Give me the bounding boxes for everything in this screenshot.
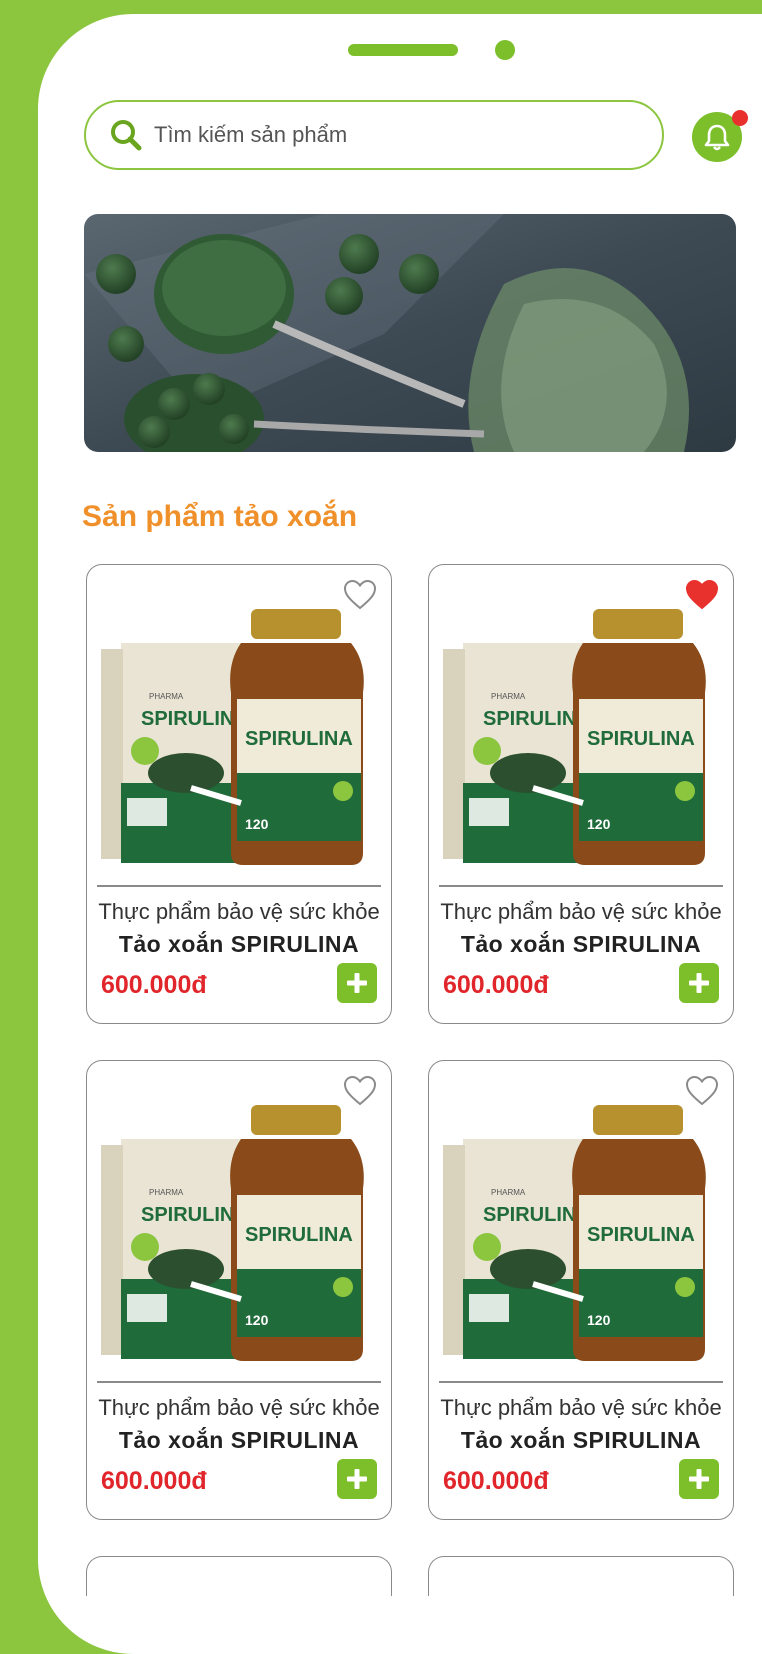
product-name: Tảo xoắn SPIRULINA [118, 1427, 360, 1453]
card-divider [97, 885, 381, 887]
product-name: Tảo xoắn SPIRULINA [460, 1427, 702, 1453]
product-card[interactable]: PHARMA SPIRULIN SPIRULINA 120 Thực phẩm … [86, 1060, 392, 1520]
product-subtitle: Thực phẩm bảo vệ sức khỏe [98, 1395, 380, 1420]
product-price: 600.000đ [443, 971, 549, 999]
product-card[interactable]: PHARMA SPIRULIN SPIRULINA 120 Thực phẩm … [428, 564, 734, 1024]
product-image: PHARMA SPIRULIN SPIRULINA 120 [443, 609, 706, 865]
svg-text:SPIRULINA: SPIRULINA [245, 728, 353, 750]
svg-text:120: 120 [587, 1312, 611, 1328]
card-divider [439, 1381, 723, 1383]
product-price: 600.000đ [101, 971, 207, 999]
svg-text:120: 120 [245, 816, 269, 832]
svg-text:PHARMA: PHARMA [491, 1188, 526, 1197]
notch-dot [495, 40, 515, 60]
svg-text:SPIRULINA: SPIRULINA [245, 1224, 353, 1246]
product-subtitle: Thực phẩm bảo vệ sức khỏe [98, 899, 380, 924]
search-input[interactable]: Tìm kiếm sản phẩm [84, 100, 664, 170]
svg-text:120: 120 [245, 1312, 269, 1328]
svg-text:PHARMA: PHARMA [149, 1188, 184, 1197]
add-to-cart-button[interactable] [337, 963, 377, 1003]
plus-icon [689, 973, 709, 993]
svg-text:PHARMA: PHARMA [491, 692, 526, 701]
plus-icon [689, 1469, 709, 1489]
product-card[interactable]: PHARMA SPIRULIN SPIRULINA 120 Thực phẩm … [428, 1060, 734, 1520]
svg-text:120: 120 [587, 816, 611, 832]
product-subtitle: Thực phẩm bảo vệ sức khỏe [440, 1395, 722, 1420]
card-divider [97, 1381, 381, 1383]
svg-text:SPIRULIN: SPIRULIN [141, 708, 234, 730]
bell-icon [704, 124, 730, 151]
svg-text:PHARMA: PHARMA [149, 692, 184, 701]
product-card-partial[interactable] [428, 1556, 734, 1596]
product-image: PHARMA SPIRULIN SPIRULINA 120 [101, 609, 364, 865]
phone-screen: Tìm kiếm sản phẩm Sản phẩm tảo xoắn PHAR… [38, 14, 762, 1654]
product-image: PHARMA SPIRULIN SPIRULINA 120 [101, 1105, 364, 1361]
product-name: Tảo xoắn SPIRULINA [118, 931, 360, 957]
svg-text:SPIRULIN: SPIRULIN [483, 1204, 576, 1226]
add-to-cart-button[interactable] [679, 1459, 719, 1499]
product-price: 600.000đ [443, 1467, 549, 1495]
product-name: Tảo xoắn SPIRULINA [460, 931, 702, 957]
svg-text:SPIRULIN: SPIRULIN [141, 1204, 234, 1226]
svg-text:SPIRULINA: SPIRULINA [587, 728, 695, 750]
plus-icon [347, 1469, 367, 1489]
svg-text:SPIRULIN: SPIRULIN [483, 708, 576, 730]
notification-badge [732, 110, 748, 126]
svg-text:SPIRULINA: SPIRULINA [587, 1224, 695, 1246]
product-card-partial[interactable] [86, 1556, 392, 1596]
product-card[interactable]: PHARMA SPIRULIN SPIRULINA 120 Thực phẩm … [86, 564, 392, 1024]
search-placeholder: Tìm kiếm sản phẩm [154, 122, 348, 147]
banner-image [84, 214, 736, 452]
add-to-cart-button[interactable] [337, 1459, 377, 1499]
section-title: Sản phẩm tảo xoắn [82, 500, 358, 533]
notch-bar [348, 44, 458, 56]
search-icon [111, 120, 142, 151]
product-price: 600.000đ [101, 1467, 207, 1495]
plus-icon [347, 973, 367, 993]
product-subtitle: Thực phẩm bảo vệ sức khỏe [440, 899, 722, 924]
card-divider [439, 885, 723, 887]
hero-banner[interactable] [84, 214, 736, 452]
product-image: PHARMA SPIRULIN SPIRULINA 120 [443, 1105, 706, 1361]
add-to-cart-button[interactable] [679, 963, 719, 1003]
notification-button[interactable] [692, 110, 748, 162]
